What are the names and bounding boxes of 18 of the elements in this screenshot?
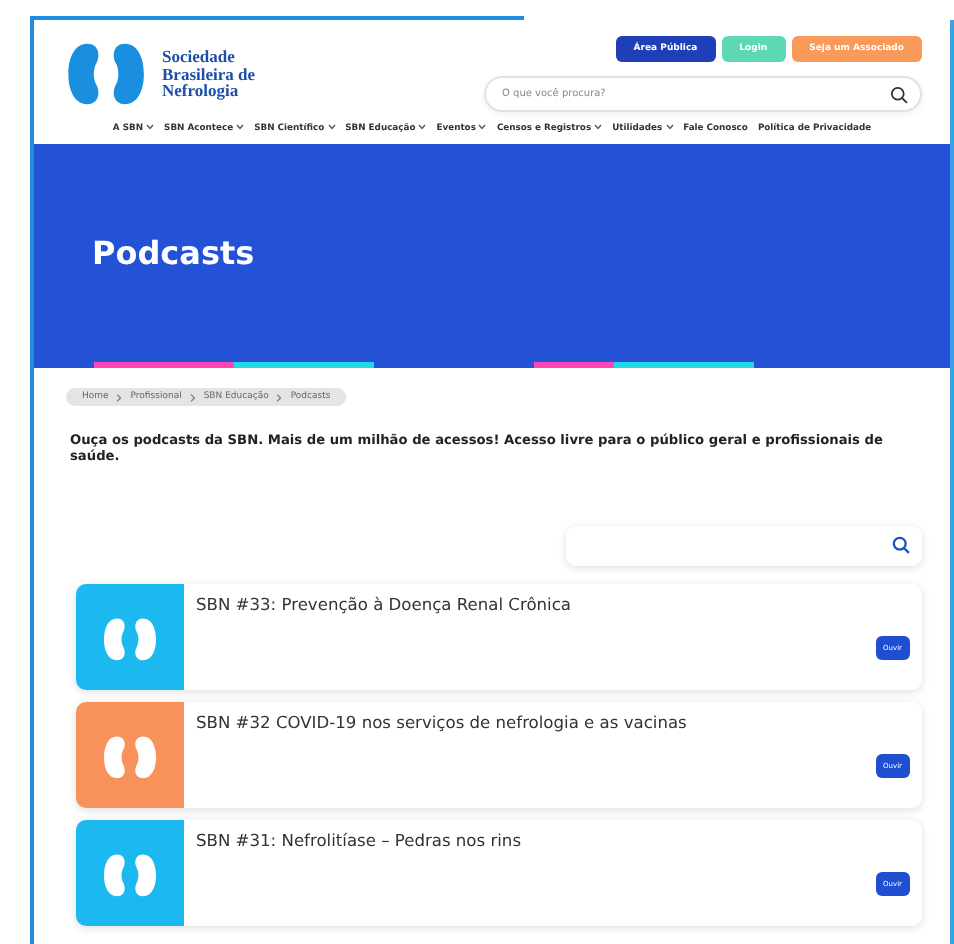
podcast-title: SBN #33: Prevenção à Doença Renal Crônica (196, 593, 571, 618)
caret-icon (418, 124, 427, 130)
logo-text: Sociedade Brasileira de Nefrologia (162, 47, 256, 101)
chevron-icon (276, 393, 283, 401)
caret-icon (478, 124, 487, 130)
caret-icon (327, 124, 336, 130)
search-icon[interactable] (890, 85, 908, 103)
logo-icon (66, 40, 150, 108)
caret-icon (146, 124, 155, 130)
caret-icon (665, 124, 674, 130)
chevron-icon (116, 393, 123, 401)
chevron-icon (189, 393, 196, 401)
page-title: Podcasts (92, 234, 257, 272)
podcast-title: SBN #32 COVID-19 nos serviços de nefrologia e as vacinas (196, 711, 687, 736)
search-icon[interactable] (892, 536, 910, 555)
caret-icon (594, 124, 603, 130)
podcast-title: SBN #31: Nefrolitíase – Pedras nos rins (196, 829, 522, 854)
caret-icon (236, 124, 245, 130)
